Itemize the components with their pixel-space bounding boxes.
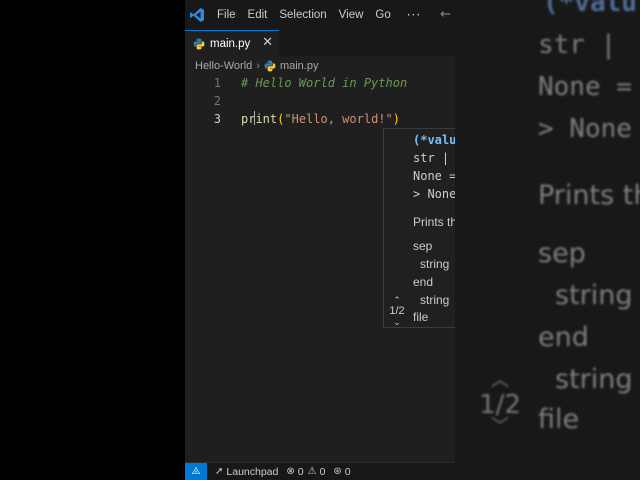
pager-label: 1/2 — [389, 305, 405, 317]
status-ports[interactable]: ⊛ 0 — [333, 466, 350, 478]
zoom-param-sep: sep — [538, 238, 586, 269]
zoom-param-end-type: string — [555, 364, 633, 395]
hover-popup[interactable]: (*valu str | None = > None Prints th sep… — [383, 128, 455, 328]
zoom-param-file: file — [538, 404, 580, 435]
code-function-name: print — [241, 111, 278, 126]
menu-go[interactable]: Go — [375, 9, 390, 21]
breadcrumb: Hello-World › main.py — [195, 58, 318, 74]
hover-doc-text: Prints th — [413, 215, 455, 229]
code-line-3: 3 print("Hello, world!") — [185, 110, 455, 128]
hover-param-end: end — [413, 275, 434, 289]
zoom-signature-line-3: None = — [538, 72, 632, 102]
breadcrumb-folder[interactable]: Hello-World — [195, 60, 252, 72]
overload-pager: ⌃ 1/2 ⌄ — [384, 295, 410, 327]
line-number: 1 — [213, 76, 221, 90]
left-letterbox — [0, 0, 185, 480]
zoom-signature-line-1: (*valu — [543, 0, 637, 18]
warning-count: 0 — [319, 465, 326, 478]
breadcrumb-file[interactable]: main.py — [280, 60, 319, 72]
hover-param-file: file — [413, 310, 429, 324]
rocket-icon: ➚ — [215, 466, 224, 477]
zoom-doc-text: Prints th — [538, 180, 640, 211]
menu-edit[interactable]: Edit — [248, 9, 268, 21]
back-arrow-icon[interactable]: ← — [440, 7, 451, 22]
code-line-2: 2 — [185, 92, 455, 110]
code-paren-close: ) — [392, 112, 400, 126]
code-line-1: 1 # Hello World in Python — [185, 74, 455, 92]
zoom-signature-line-2: str | — [538, 30, 617, 60]
hover-signature-line-4: > None — [413, 187, 455, 201]
broadcast-icon: ⊛ — [333, 466, 342, 477]
vscode-logo-icon — [190, 8, 204, 22]
hover-param-sep: sep — [413, 239, 433, 253]
text-cursor — [254, 111, 256, 125]
launchpad-label: Launchpad — [226, 465, 279, 478]
status-problems[interactable]: ⊗ 0 ⚠ 0 — [286, 466, 325, 478]
warning-icon: ⚠ — [307, 466, 317, 477]
error-count: 0 — [297, 465, 304, 478]
hover-signature-line-1: (*valu — [413, 133, 455, 147]
zoom-param-sep-type: string — [555, 280, 633, 311]
breadcrumb-separator: › — [256, 60, 260, 72]
vscode-window: File Edit Selection View Go ··· ← main.p… — [185, 0, 455, 480]
tab-bar: main.py ✕ — [185, 30, 455, 56]
zoom-signature-line-4: > None — [538, 114, 632, 144]
code-string: "Hello, world!" — [284, 112, 393, 126]
hover-param-sep-type: string — [420, 257, 450, 271]
hover-signature-line-2: str | — [413, 151, 450, 165]
zoom-pager: ︿ 1/2 ﹀ — [479, 370, 521, 437]
menu-selection[interactable]: Selection — [279, 9, 326, 21]
zoom-param-end: end — [538, 322, 589, 353]
remote-indicator-icon[interactable]: ⨻ — [185, 462, 207, 480]
menu-view[interactable]: View — [339, 9, 364, 21]
error-icon: ⊗ — [286, 466, 295, 477]
title-bar: File Edit Selection View Go ··· ← — [185, 0, 455, 30]
status-bar: ⨻ ➚ Launchpad ⊗ 0 ⚠ 0 ⊛ 0 — [185, 462, 455, 480]
code-comment: # Hello World in Python — [241, 76, 408, 90]
line-number: 2 — [213, 94, 221, 108]
hover-signature-line-3: None = — [413, 169, 455, 183]
code-statement: print("Hello, world!") — [241, 110, 400, 128]
tab-main-py[interactable]: main.py ✕ — [185, 30, 279, 56]
ports-count: 0 — [344, 465, 351, 478]
tab-label: main.py — [210, 37, 251, 50]
hover-param-end-type: string — [420, 293, 450, 307]
python-file-icon — [264, 60, 276, 72]
chevron-down-icon[interactable]: ⌄ — [384, 317, 410, 327]
menu-more-button[interactable]: ··· — [407, 8, 421, 22]
menu-file[interactable]: File — [217, 9, 236, 21]
status-launchpad[interactable]: ➚ Launchpad — [215, 466, 278, 478]
line-number-active: 3 — [213, 112, 221, 126]
close-icon[interactable]: ✕ — [262, 35, 273, 50]
python-file-icon — [193, 38, 205, 49]
